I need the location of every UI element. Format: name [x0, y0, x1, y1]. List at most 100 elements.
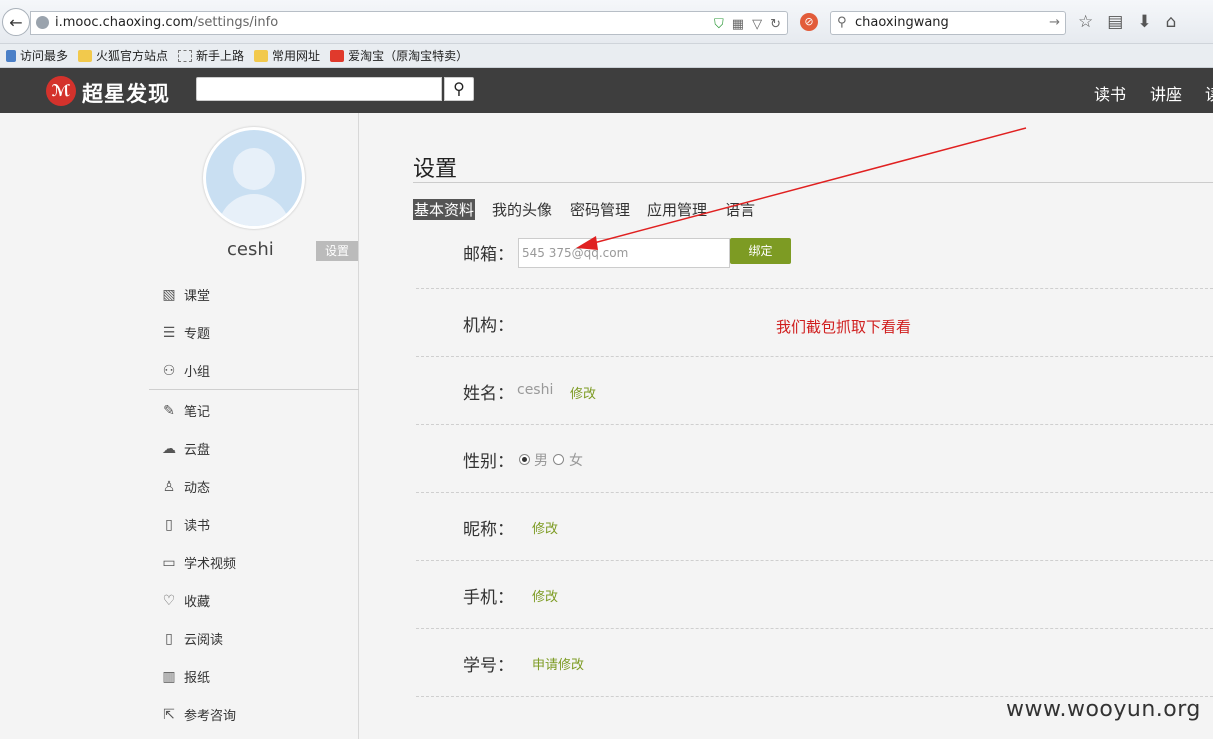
- chaoxing-logo-icon[interactable]: ℳ: [46, 76, 76, 106]
- title-divider: [413, 182, 1213, 183]
- home-icon[interactable]: ⌂: [1166, 12, 1177, 32]
- bookmark-icon: [6, 49, 16, 62]
- sidebar-item-reading[interactable]: ▯ 云阅读: [160, 629, 223, 649]
- back-button[interactable]: ←: [2, 8, 30, 36]
- email-label: 邮箱：: [463, 245, 514, 265]
- site-header: ℳ 超星发现 ⚲ 读书 讲座 读: [0, 68, 1213, 113]
- email-field[interactable]: 545 375@qq.com: [518, 238, 730, 268]
- organization-label: 机构：: [463, 316, 514, 336]
- site-search-input[interactable]: [196, 77, 442, 101]
- dropdown-icon[interactable]: ▽: [752, 14, 762, 36]
- sidebar-item-label: 云盘: [184, 443, 211, 458]
- topic-icon: ☰: [162, 324, 176, 341]
- sidebar-item-topic[interactable]: ☰ 专题: [160, 323, 211, 343]
- gender-male-label: 男: [534, 453, 548, 469]
- row-divider: [416, 356, 1213, 357]
- sidebar-item-label: 学术视频: [184, 557, 237, 572]
- browser-search-input[interactable]: ⚲ chaoxingwang →: [830, 11, 1066, 35]
- note-icon: ✎: [163, 402, 175, 419]
- newspaper-icon: ▥: [162, 668, 176, 685]
- tab-language[interactable]: 语言: [725, 199, 755, 220]
- sidebar-item-label: 报纸: [184, 671, 211, 686]
- sidebar-item-classroom[interactable]: ▧ 课堂: [160, 285, 210, 305]
- settings-main: 设置 基本资料 我的头像 密码管理 应用管理 语言 邮箱： 545 375@qq…: [359, 113, 1213, 739]
- bookmarks-bar: 访问最多 火狐官方站点 新手上路 常用网址 爱淘宝（原淘宝特卖）: [0, 44, 1213, 68]
- search-go-icon[interactable]: →: [1049, 12, 1060, 34]
- sidebar-item-label: 小组: [184, 365, 211, 380]
- browser-toolbar: ← i.mooc.chaoxing.com/settings/info ⛉ ▦ …: [0, 0, 1213, 44]
- tab-password[interactable]: 密码管理: [570, 199, 630, 220]
- row-divider: [416, 424, 1213, 425]
- bookmark-star-icon[interactable]: ☆: [1078, 12, 1093, 32]
- sidebar-item-label: 专题: [184, 327, 211, 342]
- sidebar-item-note[interactable]: ✎ 笔记: [160, 401, 210, 421]
- search-icon: ⚲: [837, 15, 847, 30]
- apply-edit-student-id-link[interactable]: 申请修改: [532, 654, 584, 673]
- row-divider: [416, 492, 1213, 493]
- reload-icon[interactable]: ↻: [770, 14, 781, 36]
- avatar-head: [233, 148, 275, 190]
- nav-truncated[interactable]: 读: [1205, 81, 1213, 105]
- avatar[interactable]: [203, 127, 305, 229]
- sidebar-item-label: 读书: [184, 519, 211, 534]
- page-title: 设置: [413, 157, 458, 182]
- heart-icon: ♡: [162, 592, 176, 609]
- phone-label: 手机：: [463, 588, 514, 608]
- sidebar-item-newspaper[interactable]: ▥ 报纸: [160, 667, 211, 687]
- gender-label: 性别：: [463, 452, 514, 472]
- row-divider: [416, 560, 1213, 561]
- tab-avatar[interactable]: 我的头像: [492, 199, 552, 220]
- bind-button[interactable]: 绑定: [730, 238, 791, 264]
- sidebar-item-heart[interactable]: ♡ 收藏: [160, 591, 210, 611]
- bookmark-common-sites[interactable]: 常用网址: [254, 47, 320, 64]
- bookmark-taobao[interactable]: 爱淘宝（原淘宝特卖）: [330, 47, 468, 64]
- download-icon[interactable]: ⬇: [1137, 12, 1151, 32]
- username: ceshi: [227, 239, 274, 260]
- gender-male-radio[interactable]: [519, 454, 530, 465]
- bookmark-most-visited[interactable]: 访问最多: [6, 47, 68, 64]
- address-bar[interactable]: i.mooc.chaoxing.com/settings/info ⛉ ▦ ▽ …: [30, 11, 788, 35]
- settings-button[interactable]: 设置: [316, 241, 358, 261]
- group-icon: ⚇: [162, 362, 176, 379]
- nav-reading[interactable]: 读书: [1094, 81, 1126, 105]
- nickname-label: 昵称：: [463, 520, 514, 540]
- qr-code-icon[interactable]: ▦: [732, 14, 744, 36]
- bookmark-getting-started[interactable]: 新手上路: [178, 47, 244, 64]
- user-icon: ♙: [162, 478, 176, 495]
- student-id-label: 学号：: [463, 656, 514, 676]
- url-path: /settings/info: [193, 15, 279, 30]
- sidebar-item-label: 动态: [184, 481, 211, 496]
- globe-icon: [36, 16, 49, 29]
- bookmark-firefox-site[interactable]: 火狐官方站点: [78, 47, 168, 64]
- site-search-button[interactable]: ⚲: [444, 77, 474, 101]
- folder-icon: [254, 49, 269, 62]
- sidebar-divider: [149, 389, 359, 390]
- taobao-icon: [330, 49, 345, 62]
- reading-list-icon[interactable]: ▤: [1107, 12, 1123, 32]
- page-icon: [178, 49, 193, 62]
- avatar-body: [218, 194, 290, 226]
- site-logo-text[interactable]: 超星发现: [82, 78, 170, 108]
- tab-apps[interactable]: 应用管理: [647, 199, 707, 220]
- name-label: 姓名：: [463, 384, 514, 404]
- edit-nickname-link[interactable]: 修改: [532, 518, 558, 537]
- sidebar-item-video[interactable]: ▭ 学术视频: [160, 553, 237, 573]
- consult-icon: ⇱: [163, 706, 175, 723]
- sidebar-item-book[interactable]: ▯ 读书: [160, 515, 211, 535]
- folder-icon: [78, 49, 93, 62]
- name-value: ceshi: [517, 382, 554, 398]
- edit-name-link[interactable]: 修改: [570, 383, 596, 402]
- sidebar-item-user[interactable]: ♙ 动态: [160, 477, 211, 497]
- book-icon: ▯: [165, 516, 173, 533]
- row-divider: [416, 628, 1213, 629]
- sidebar-item-cloud[interactable]: ☁ 云盘: [160, 439, 211, 459]
- gender-female-radio[interactable]: [553, 454, 564, 465]
- tab-basic-info[interactable]: 基本资料: [413, 199, 476, 220]
- nav-lectures[interactable]: 讲座: [1150, 81, 1182, 105]
- shield-icon[interactable]: ⛉: [714, 14, 724, 36]
- back-arrow-icon: ←: [9, 12, 23, 32]
- sidebar-item-group[interactable]: ⚇ 小组: [160, 361, 211, 381]
- sidebar-item-consult[interactable]: ⇱ 参考咨询: [160, 705, 236, 725]
- edit-phone-link[interactable]: 修改: [532, 586, 558, 605]
- adblock-icon[interactable]: ⊘: [800, 13, 818, 31]
